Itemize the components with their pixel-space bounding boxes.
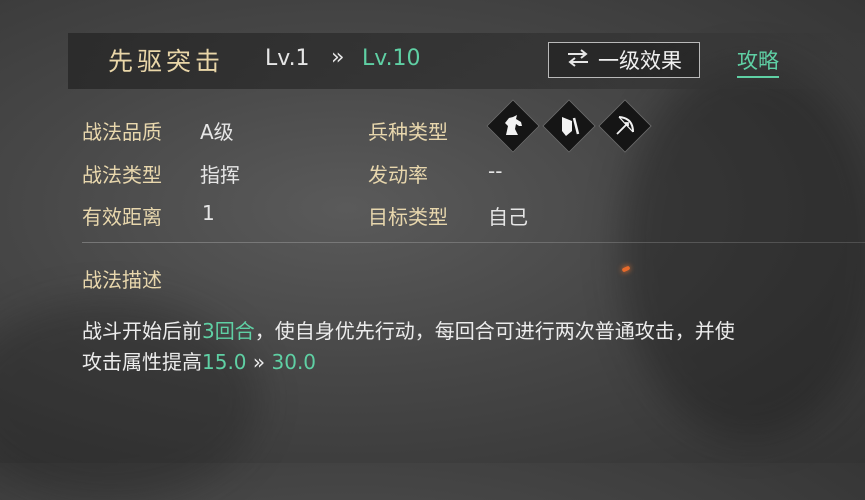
description-text: 战斗开始后前: [82, 319, 202, 343]
range-label: 有效距离: [82, 205, 162, 229]
description-text: ，使自身优先行动，每回合可进行两次普通攻击，并使: [254, 319, 735, 343]
shield-infantry-icon: [542, 99, 596, 153]
stat-arrow: »: [252, 350, 266, 374]
skill-name: 先驱突击: [108, 47, 225, 76]
effect-level-button[interactable]: 一级效果: [548, 42, 700, 78]
type-label: 战法类型: [82, 163, 162, 187]
quality-value: A级: [200, 120, 234, 144]
type-value: 指挥: [200, 163, 240, 187]
guide-link[interactable]: 攻略: [737, 45, 779, 78]
description-title: 战法描述: [82, 268, 162, 292]
swap-arrows-icon: [566, 48, 590, 72]
target-type-label: 目标类型: [368, 205, 448, 229]
level-from: Lv.1: [265, 46, 310, 71]
ember-spark: [621, 265, 631, 273]
description-line-2: 攻击属性提高15.0 » 30.0: [82, 346, 316, 375]
range-value: 1: [202, 201, 215, 225]
effect-button-label: 一级效果: [598, 49, 682, 73]
stat-value-to: 30.0: [271, 350, 317, 374]
level-arrow: »: [331, 45, 345, 70]
quality-label: 战法品质: [82, 120, 162, 144]
stat-value-from: 15.0: [202, 350, 247, 374]
troop-type-label: 兵种类型: [368, 120, 448, 144]
section-divider: [82, 242, 865, 243]
activation-rate-label: 发动率: [368, 163, 428, 187]
description-text: 攻击属性提高: [82, 350, 202, 374]
description-line-1: 战斗开始后前3回合，使自身优先行动，每回合可进行两次普通攻击，并使: [82, 315, 735, 344]
ink-background-smudge: [620, 60, 865, 440]
bow-archer-icon: [598, 99, 652, 153]
target-type-value: 自己: [488, 205, 528, 229]
level-to: Lv.10: [362, 46, 421, 71]
cavalry-horse-icon: [486, 99, 540, 153]
description-highlight: 3回合: [202, 319, 255, 343]
activation-rate-value: --: [488, 159, 503, 183]
